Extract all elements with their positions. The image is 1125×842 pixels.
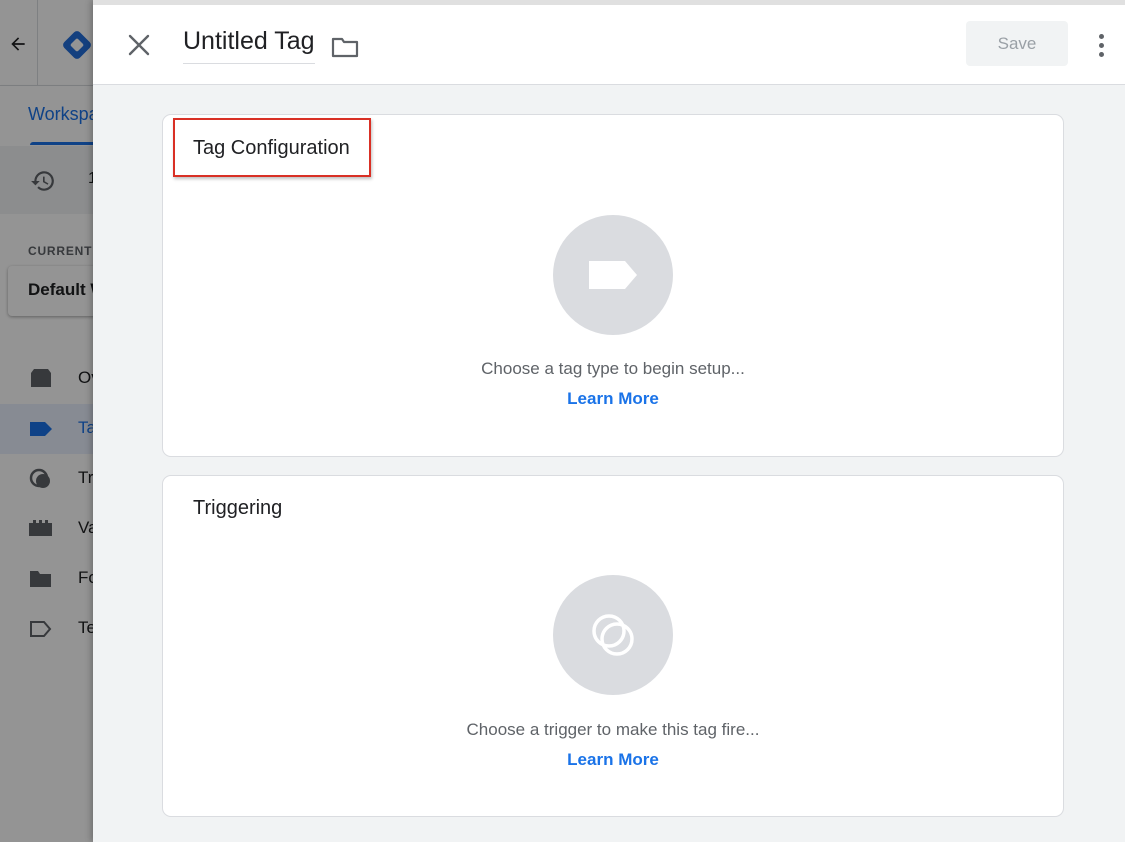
close-button[interactable]	[121, 27, 157, 63]
card-title: Triggering	[193, 497, 283, 519]
trigger-hint: Choose a trigger to make this tag fire..…	[466, 720, 760, 739]
trigger-icon	[592, 614, 634, 656]
tag-editor-panel: Untitled Tag Save Tag Configuration Choo…	[93, 0, 1125, 842]
save-button[interactable]: Save	[966, 21, 1068, 66]
triggering-card[interactable]: Triggering Choose a trigger to make this…	[162, 475, 1064, 817]
tag-type-hint: Choose a tag type to begin setup...	[481, 359, 745, 378]
folder-icon	[331, 37, 359, 58]
folder-button[interactable]	[331, 35, 359, 59]
tag-name-input[interactable]: Untitled Tag	[183, 25, 315, 64]
title-field[interactable]: Untitled Tag	[183, 25, 315, 69]
close-icon	[128, 34, 150, 56]
learn-more-row: Learn More	[163, 750, 1063, 770]
learn-more-link[interactable]: Learn More	[567, 389, 659, 408]
tag-configuration-card[interactable]: Tag Configuration Choose a tag type to b…	[162, 114, 1064, 457]
panel-header: Untitled Tag Save	[93, 0, 1125, 85]
learn-more-link[interactable]: Learn More	[567, 750, 659, 769]
more-options-icon[interactable]	[1089, 27, 1113, 63]
card-title: Tag Configuration	[193, 137, 350, 159]
tag-icon	[589, 261, 637, 289]
learn-more-row: Learn More	[163, 389, 1063, 409]
choose-tag-type-button[interactable]	[553, 215, 673, 335]
choose-trigger-button[interactable]	[553, 575, 673, 695]
